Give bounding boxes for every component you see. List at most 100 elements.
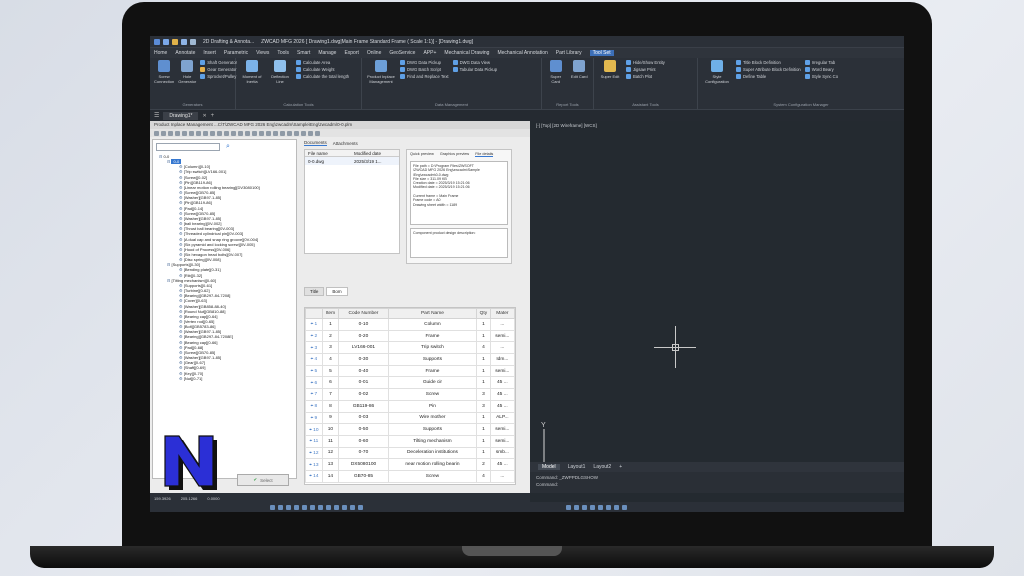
- command-line[interactable]: Command: _ZWPPDLGSHOW Command:: [530, 472, 904, 493]
- panel-tool-icon[interactable]: [252, 130, 257, 136]
- bom-row[interactable]: ⌖ 10 10 0-50 Supports 1 semi...: [305, 423, 515, 436]
- menu-item[interactable]: Views: [256, 50, 269, 56]
- tab-model[interactable]: Model: [538, 464, 560, 470]
- status-toggle-icon[interactable]: [326, 504, 331, 510]
- style-sync-button[interactable]: Style Sync Co: [804, 74, 838, 79]
- menu-item[interactable]: Part Library: [556, 50, 582, 56]
- status-toggle-icon[interactable]: [270, 504, 275, 510]
- panel-tool-icon[interactable]: [154, 130, 159, 136]
- panel-tool-icon[interactable]: [203, 130, 208, 136]
- deflection-line-button[interactable]: Deflection Line: [268, 60, 292, 84]
- status-toggle-icon[interactable]: [302, 504, 307, 510]
- tab-quick-preview[interactable]: Quick preview: [410, 152, 434, 156]
- panel-tool-icon[interactable]: [182, 130, 187, 136]
- bom-column-header[interactable]: Code Number: [338, 308, 389, 319]
- tab-layout2[interactable]: Layout2: [593, 464, 611, 470]
- bom-row[interactable]: ⌖ 6 6 0-01 Guide cir 1 45 ...: [305, 376, 515, 390]
- panel-tool-icon[interactable]: [308, 130, 313, 136]
- bom-row[interactable]: ⌖ 14 14 GB70-85 Screw 4...: [305, 469, 515, 483]
- hole-generator-button[interactable]: Hole Generator: [178, 60, 196, 84]
- add-layout-button[interactable]: +: [619, 464, 622, 470]
- description-field[interactable]: Component product design description:: [410, 228, 508, 258]
- status-toggle-icon[interactable]: [294, 504, 299, 510]
- menu-item[interactable]: Mechanical Drawing: [444, 50, 489, 56]
- panel-tool-icon[interactable]: [175, 130, 180, 136]
- menu-item[interactable]: Parametric: [224, 50, 248, 56]
- bom-row[interactable]: ⌖ 13 13 DX5080100 near motion rolling beari…: [305, 458, 515, 471]
- bom-row[interactable]: ⌖ 5 5 0-40 Frame 1 semi...: [305, 364, 515, 378]
- status-toggle-icon[interactable]: [350, 504, 355, 510]
- status-toggle-icon[interactable]: [278, 504, 283, 510]
- menu-item[interactable]: Export: [344, 50, 358, 56]
- menu-item[interactable]: Manage: [318, 50, 336, 56]
- calculate-weight-button[interactable]: Calculate Weight: [296, 67, 349, 72]
- status-toggle-icon[interactable]: [582, 504, 587, 510]
- view-label[interactable]: [-] [Top] [2D Wireframe] [WCS]: [536, 123, 597, 128]
- status-toggle-icon[interactable]: [310, 504, 315, 510]
- panel-tool-icon[interactable]: [280, 130, 285, 136]
- menu-item[interactable]: Tools: [277, 50, 289, 56]
- panel-tool-icon[interactable]: [217, 130, 222, 136]
- hide-show-entity-button[interactable]: Hide/Show Entity: [626, 60, 665, 65]
- bom-column-header[interactable]: Mater: [489, 308, 515, 319]
- tab-file-details[interactable]: File details: [475, 152, 494, 157]
- doc-tab-drawing1[interactable]: Drawing1*: [163, 111, 199, 120]
- status-toggle-icon[interactable]: [598, 504, 603, 510]
- status-toggle-icon[interactable]: [574, 504, 579, 510]
- product-inplace-button[interactable]: Product Inplace Management: [366, 60, 396, 84]
- menu-item[interactable]: Tool Set: [589, 50, 614, 56]
- panel-tool-icon[interactable]: [315, 130, 320, 136]
- app-logo-icon[interactable]: [154, 38, 160, 45]
- panel-tool-icon[interactable]: [189, 130, 194, 136]
- tab-bom[interactable]: Bom: [326, 287, 348, 296]
- calculate-area-button[interactable]: Calculate Area: [296, 60, 349, 65]
- file-row[interactable]: 0-0.dwg 2025/3/19 1...: [305, 157, 399, 165]
- status-toggle-icon[interactable]: [614, 504, 619, 510]
- bom-row[interactable]: ⌖ 4 4 0-30 Supports 1 Idm...: [305, 353, 515, 366]
- tab-layout1[interactable]: Layout1: [568, 464, 586, 470]
- search-icon[interactable]: ⌕: [226, 143, 230, 151]
- menu-item[interactable]: Online: [367, 50, 381, 56]
- status-toggle-icon[interactable]: [358, 504, 363, 510]
- shaft-generator-button[interactable]: Shaft Generator: [200, 60, 237, 65]
- command-input[interactable]: Command:: [536, 481, 898, 488]
- status-toggle-icon[interactable]: [334, 504, 339, 510]
- tree-search-input[interactable]: [156, 143, 220, 151]
- gear-generator-button[interactable]: Gear Generator: [200, 67, 237, 72]
- panel-tool-icon[interactable]: [224, 130, 229, 136]
- style-configuration-button[interactable]: Style Configuration: [702, 60, 732, 84]
- find-replace-button[interactable]: Find and Replace Text: [400, 74, 449, 79]
- bom-column-header[interactable]: Qty: [476, 308, 491, 319]
- tabular-pickup-button[interactable]: Tabular Data Pickup: [452, 67, 497, 72]
- menu-item[interactable]: Home: [154, 50, 167, 56]
- status-toggle-icon[interactable]: [606, 504, 611, 510]
- screw-connection-button[interactable]: Screw Connection: [154, 60, 174, 84]
- bom-row[interactable]: ⌖ 11 11 0-60 Tilting mechanism 1 semi...: [305, 434, 515, 448]
- status-toggle-icon[interactable]: [342, 504, 347, 510]
- word-library-button[interactable]: Word Beary: [804, 67, 838, 72]
- bom-row[interactable]: ⌖ 8 8 GB119-86 Pin 3 45 ...: [305, 399, 515, 413]
- calculate-length-button[interactable]: Calculate the total length: [296, 74, 349, 79]
- bom-row[interactable]: ⌖ 2 2 0-20 Frame 1 semi...: [305, 329, 515, 343]
- drawing-canvas[interactable]: [-] [Top] [2D Wireframe] [WCS] Y X Model…: [530, 121, 904, 503]
- panel-tool-icon[interactable]: [294, 130, 299, 136]
- bom-column-header[interactable]: Part Name: [387, 308, 478, 319]
- tab-documents[interactable]: Documents: [304, 140, 327, 146]
- sprocket-pulley-button[interactable]: Sprocket/Pulley: [200, 74, 237, 79]
- menu-icon[interactable]: ☰: [154, 112, 159, 119]
- batch-plot-button[interactable]: Batch Plot: [626, 74, 665, 79]
- panel-tool-icon[interactable]: [301, 130, 306, 136]
- panel-tool-icon[interactable]: [231, 130, 236, 136]
- title-block-definition-button[interactable]: Title Block Definition: [736, 60, 801, 65]
- column-header[interactable]: File name: [305, 151, 351, 156]
- dwg-batch-script-button[interactable]: DWG Batch Script: [400, 67, 449, 72]
- column-header[interactable]: Modified date: [351, 151, 381, 156]
- new-file-icon[interactable]: [163, 38, 169, 45]
- panel-tool-icon[interactable]: [273, 130, 278, 136]
- panel-tool-icon[interactable]: [210, 130, 215, 136]
- status-toggle-icon[interactable]: [566, 504, 571, 510]
- bom-column-header[interactable]: Item: [321, 308, 340, 319]
- print-icon[interactable]: [190, 38, 196, 45]
- panel-tool-icon[interactable]: [238, 130, 243, 136]
- menu-item[interactable]: Smart: [297, 50, 310, 56]
